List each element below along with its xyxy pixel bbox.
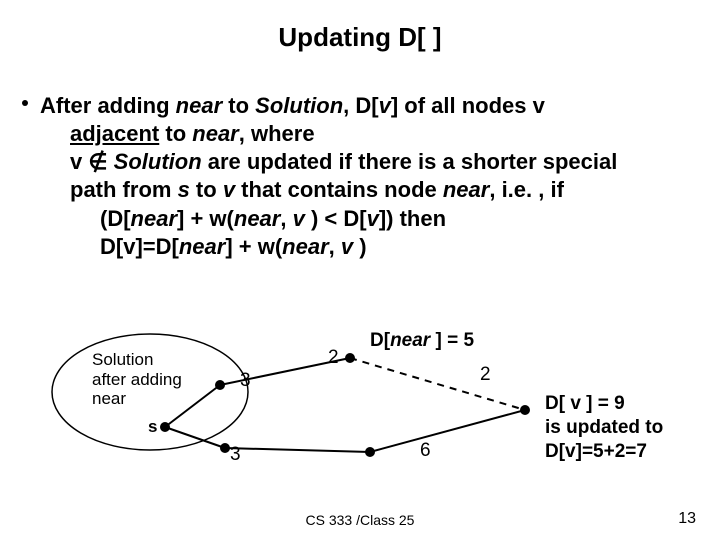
line5: (D[near] + w(near, v ) < D[v]) then — [40, 205, 617, 233]
t: , where — [239, 121, 315, 146]
s-label: s — [148, 417, 157, 437]
near-4: near — [131, 206, 177, 231]
v-2: v — [223, 177, 235, 202]
near-fig: near — [390, 330, 430, 351]
solution-2: Solution — [114, 149, 202, 174]
near-3: near — [443, 177, 489, 202]
weight-2-top: 2 — [328, 347, 339, 369]
t: ) — [353, 234, 366, 259]
d-near-label: D[near ] = 5 — [370, 330, 474, 352]
t: ) < D[ — [305, 206, 367, 231]
t: D[v]=5+2=7 — [545, 441, 647, 462]
notin-symbol: ∉ — [88, 149, 107, 174]
t: to — [222, 93, 255, 118]
t: ] + w( — [177, 206, 234, 231]
line4: path from s to v that contains node near… — [40, 176, 617, 204]
t: D[v]=D[ — [100, 234, 179, 259]
edge-near-v — [350, 358, 525, 410]
t: ] of all nodes v — [391, 93, 545, 118]
t: D[ v ] = 9 — [545, 393, 625, 414]
t: are updated if there is a shorter specia… — [202, 149, 618, 174]
t: , — [329, 234, 341, 259]
line1: After adding near to Solution, D[v] of a… — [40, 93, 545, 118]
v-5: v — [341, 234, 353, 259]
weight-3-top: 3 — [240, 370, 251, 392]
diagram: Solution after adding near s 3 3 2 2 6 D… — [50, 330, 690, 490]
footer: CS 333 /Class 25 — [0, 512, 720, 528]
t: after adding — [92, 370, 182, 389]
adjacent: adjacent — [70, 121, 159, 146]
t: that contains node — [235, 177, 443, 202]
near-6: near — [179, 234, 225, 259]
v-4: v — [367, 206, 379, 231]
edge-s-b — [165, 427, 225, 448]
t: ] + w( — [225, 234, 282, 259]
d-v-label: D[ v ] = 9 is updated to D[v]=5+2=7 — [545, 392, 663, 463]
near-1: near — [176, 93, 222, 118]
t: to — [159, 121, 192, 146]
bullet-block: After adding near to Solution, D[v] of a… — [40, 92, 617, 261]
edge-c-v — [370, 410, 525, 452]
solution-1: Solution — [255, 93, 343, 118]
weight-2-right: 2 — [480, 364, 491, 386]
t: , i.e. , if — [489, 177, 564, 202]
t: path from — [70, 177, 178, 202]
v-1: v — [379, 93, 391, 118]
line6: D[v]=D[near] + w(near, v ) — [40, 233, 617, 261]
t: is updated to — [545, 417, 663, 438]
t: near — [92, 389, 126, 408]
slide-title: Updating D[ ] — [0, 0, 720, 53]
t: v — [70, 149, 88, 174]
v-3: v — [293, 206, 305, 231]
t: to — [190, 177, 223, 202]
t: (D[ — [100, 206, 131, 231]
line2: adjacent to near, where — [40, 120, 617, 148]
page-number: 13 — [678, 510, 696, 528]
line3: v ∉ Solution are updated if there is a s… — [40, 148, 617, 176]
near-5: near — [234, 206, 280, 231]
t: After adding — [40, 93, 176, 118]
weight-6: 6 — [420, 440, 431, 462]
weight-3-bottom: 3 — [230, 444, 241, 466]
s-var: s — [178, 177, 190, 202]
near-7: near — [282, 234, 328, 259]
t: , — [280, 206, 292, 231]
edge-b-c — [225, 448, 370, 452]
t: ]) then — [379, 206, 446, 231]
near-2: near — [192, 121, 238, 146]
bullet-dot — [22, 100, 28, 106]
solution-set-label: Solution after adding near — [92, 350, 182, 409]
t: Solution — [92, 350, 153, 369]
t: , D[ — [343, 93, 378, 118]
